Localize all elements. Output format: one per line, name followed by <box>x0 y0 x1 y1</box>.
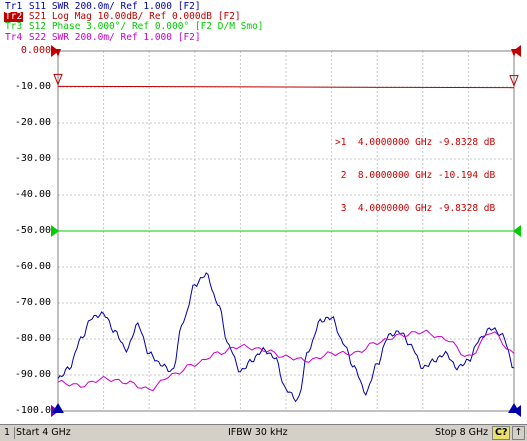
marker-row-2[interactable]: 2 8.0000000 GHz -10.194 dB <box>335 170 495 181</box>
marker-row-3[interactable]: 3 4.0000000 GHz -9.8328 dB <box>335 203 495 214</box>
marker-row-1[interactable]: >1 4.0000000 GHz -9.8328 dB <box>335 137 495 148</box>
marker-frequency: 4.0000000 GHz <box>357 137 433 148</box>
y-tick-label: -70.00 <box>14 297 51 308</box>
ifbw-setting[interactable]: IFBW 30 kHz <box>228 427 288 439</box>
trace-legend: Tr1 S11 SWR 200.0m/ Ref 1.000 [F2] Tr2 S… <box>4 1 264 43</box>
trace-ref: Ref 1.000 <box>120 31 172 43</box>
y-tick-label: 0.000 <box>20 45 51 56</box>
y-tick-label: -40.00 <box>14 189 51 200</box>
trace-scale: 200.0m/ <box>74 31 115 43</box>
marker-table: >1 4.0000000 GHz -9.8328 dB 2 8.0000000 … <box>335 115 495 236</box>
marker-number: 2 <box>335 170 347 181</box>
trace-format: SWR <box>51 31 69 43</box>
y-tick-label: -30.00 <box>14 153 51 164</box>
update-arrow-icon[interactable]: ↑ <box>512 426 525 440</box>
start-frequency[interactable]: Start 4 GHz <box>16 427 71 439</box>
analyzer-display: Tr1 S11 SWR 200.0m/ Ref 1.000 [F2] Tr2 S… <box>0 0 527 424</box>
marker-value: -9.8328 dB <box>438 137 496 148</box>
y-tick-label: -90.00 <box>14 369 51 380</box>
y-tick-label: -50.00 <box>14 225 51 236</box>
y-tick-label: -10.00 <box>14 81 51 92</box>
status-bar: 1 Start 4 GHz IFBW 30 kHz Stop 8 GHz C? … <box>0 424 527 441</box>
trace-extra: [F2] <box>177 31 201 43</box>
marker-frequency: 4.0000000 GHz <box>357 203 433 214</box>
marker-number: 3 <box>335 203 347 214</box>
marker-value: -10.194 dB <box>438 170 496 181</box>
trace-line-tr4[interactable]: Tr4 S22 SWR 200.0m/ Ref 1.000 [F2] <box>4 31 264 43</box>
y-tick-label: -60.00 <box>14 261 51 272</box>
trace-id: Tr4 <box>5 31 23 43</box>
channel-indicator[interactable]: 1 <box>2 427 15 439</box>
y-tick-label: -80.00 <box>14 333 51 344</box>
trace-param: S22 <box>28 31 47 43</box>
y-tick-label: -20.00 <box>14 117 51 128</box>
marker-number: >1 <box>335 137 347 148</box>
trace-extra: [F2 D/M Smo] <box>194 21 264 33</box>
calibration-status[interactable]: C? <box>492 426 511 440</box>
stop-frequency[interactable]: Stop 8 GHz <box>435 427 488 439</box>
marker-value: -9.8328 dB <box>438 203 496 214</box>
y-tick-label: -100.0 <box>14 405 51 416</box>
marker-frequency: 8.0000000 GHz <box>357 170 433 181</box>
